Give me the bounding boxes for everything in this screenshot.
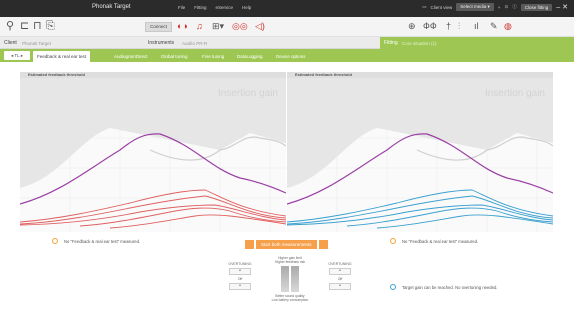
select-media-dropdown[interactable]: Select media ▾ — [456, 3, 494, 11]
tab-feedback-real-ear[interactable]: Feedback & real ear test — [33, 51, 91, 62]
export-icon[interactable]: ⎘ — [46, 20, 55, 33]
left-ear-note: No "Feedback & real ear test" measured. — [390, 238, 478, 244]
person-icon[interactable]: † — [446, 20, 451, 33]
help-icon[interactable]: ⊙ — [504, 4, 508, 10]
fitting-tab[interactable]: Fitting Core situation (1) — [380, 37, 574, 49]
hearing-aid-icon[interactable]: ⊓ — [33, 20, 42, 33]
chart-icon[interactable]: ıl — [474, 20, 479, 33]
right-overtuning-control: OVERTUNING • Off • — [226, 262, 254, 292]
title-bar: Phonak Target File Fitting eService Help… — [0, 0, 574, 17]
client-value: Phonak Target — [22, 40, 51, 46]
left-ear-note-text: No "Feedback & real ear test" measured. — [402, 238, 479, 244]
menu-eservice[interactable]: eService — [216, 5, 234, 10]
audiogram-icon[interactable]: ⊏ — [20, 20, 29, 33]
left-ear-panel: Estimated feedback threshold Insertion g… — [287, 72, 553, 232]
menu-help[interactable]: Help — [242, 5, 251, 10]
overtuning-toggle[interactable]: • — [229, 268, 251, 275]
overtuning-title: OVERTUNING — [228, 262, 252, 266]
tab-global-tuning[interactable]: Global tuning — [157, 51, 192, 62]
fitting-tabs: ◂ TL ▸ Feedback & real ear test Audiogra… — [0, 49, 574, 62]
warning-icon — [390, 238, 396, 244]
titlebar-actions: ▭ Client view Select media ▾ + ⊙ ⓘ Close… — [422, 3, 570, 11]
tab-datalogging[interactable]: DataLogging — [233, 51, 267, 62]
soundrecorder-icon[interactable]: ◎◎ — [232, 20, 248, 33]
connect-button[interactable]: Connect — [145, 22, 172, 32]
client-view-link[interactable]: Client view — [431, 5, 453, 10]
right-ear-gain-plot — [20, 78, 286, 232]
instruments-label: Instruments — [148, 40, 175, 46]
tab-audiogramdirect[interactable]: AudiogramDirect — [110, 51, 152, 62]
insertion-gain-label: Insertion gain — [484, 88, 545, 99]
left-ear-gain-plot — [287, 78, 553, 232]
menu-bar: File Fitting eService Help — [178, 5, 251, 10]
right-ear-note-text: No "Feedback & real ear test" measured. — [64, 238, 141, 244]
close-fitting-button[interactable]: Close fitting — [520, 3, 553, 11]
overtuning-toggle[interactable]: • — [329, 268, 351, 275]
window-controls[interactable]: –✕ — [556, 3, 570, 11]
client-label: Client — [4, 40, 17, 46]
globe-icon[interactable]: ⊕ — [408, 20, 416, 33]
right-ear-note: No "Feedback & real ear test" measured. — [52, 238, 140, 244]
info-icon[interactable]: ⓘ — [512, 4, 517, 10]
remote-icon[interactable]: ◍ — [504, 20, 512, 33]
measurement-controls: Start both measurements — [245, 240, 328, 249]
wrench-icon[interactable]: ✎ — [490, 20, 498, 33]
measure-right-button[interactable] — [245, 240, 254, 249]
app-window: { "window": { "title": "Phonak Target", … — [0, 0, 574, 313]
right-ear-panel: Estimated feedback threshold Insertion g… — [20, 72, 286, 232]
tab-fine-tuning[interactable]: Fine tuning — [198, 51, 228, 62]
measure-left-button[interactable] — [318, 240, 328, 249]
app-title: Phonak Target — [92, 4, 131, 10]
sliders-icon[interactable]: ⫶ — [458, 20, 460, 33]
menu-file[interactable]: File — [178, 5, 185, 10]
fitting-label: Fitting — [384, 40, 398, 46]
feedback-icon[interactable]: ◐◑ — [177, 20, 188, 33]
tab-device-options[interactable]: Device options — [272, 51, 310, 62]
gain-limit-slider: Higher gain limit Higher feedback risk B… — [270, 256, 310, 302]
client-bar: Client Phonak Target Instruments Audéo P… — [0, 37, 574, 49]
off-label: Off — [237, 277, 243, 281]
slider-bars[interactable] — [270, 266, 310, 292]
client-icon[interactable]: ⚲ — [6, 20, 14, 33]
instruments-value: Audéo PR-R — [182, 40, 208, 46]
program-icon[interactable]: ⊞▾ — [212, 20, 224, 33]
add-icon[interactable]: + — [498, 5, 501, 10]
slider-top-text: Higher gain limit Higher feedback risk — [274, 256, 306, 264]
off-toggle[interactable]: • — [329, 283, 351, 290]
hearing-icon[interactable]: ФФ — [423, 20, 437, 33]
off-toggle[interactable]: • — [229, 283, 251, 290]
ear-icon[interactable]: ♫ — [196, 20, 203, 33]
volume-icon[interactable]: ◁) — [255, 20, 265, 33]
menu-fitting[interactable]: Fitting — [194, 5, 206, 10]
tab-nav-button[interactable]: ◂ TL ▸ — [4, 51, 30, 60]
insertion-gain-label: Insertion gain — [217, 88, 278, 99]
client-view-icon[interactable]: ▭ — [422, 4, 426, 10]
overtuning-title: OVERTUNING — [328, 262, 352, 266]
slider-bottom-text: Better sound quality Low battery consump… — [271, 294, 309, 302]
left-overtuning-control: OVERTUNING • Off • — [326, 262, 354, 292]
fitting-value: Core situation (1) — [402, 40, 437, 46]
start-both-measurements-button[interactable]: Start both measurements — [256, 240, 317, 249]
toolbar: ⚲ ⊏ ⊓ ⎘ Connect ◐◑ ♫ ⊞▾ ◎◎ ◁) ⊕ ФФ † ⫶ ı… — [0, 17, 574, 37]
target-gain-text: Target gain can be reached. No overtunin… — [402, 284, 498, 290]
info-icon — [390, 284, 396, 290]
warning-icon — [52, 238, 58, 244]
off-label: Off — [337, 277, 343, 281]
target-gain-note: Target gain can be reached. No overtunin… — [390, 284, 497, 290]
